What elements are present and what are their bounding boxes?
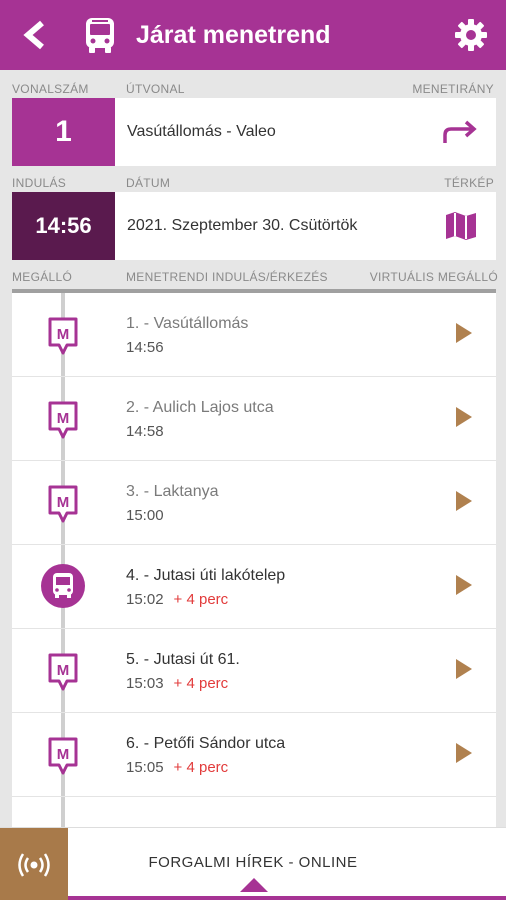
- stop-pin-icon: M: [40, 649, 86, 695]
- stop-name: 6. - Petőfi Sándor utca: [126, 735, 286, 752]
- delay-badge: + 4 perc: [173, 675, 229, 692]
- stop-time: 15:05 + 4 perc: [126, 759, 228, 776]
- departure-label: INDULÁS: [12, 176, 67, 190]
- back-arrow-icon: [23, 20, 44, 50]
- pointer-indicator: [240, 878, 268, 892]
- direction-button[interactable]: [426, 98, 496, 166]
- svg-text:M: M: [57, 326, 70, 343]
- settings-button[interactable]: [436, 0, 506, 70]
- bus-icon: [80, 15, 120, 55]
- play-arrow-icon[interactable]: [456, 743, 472, 763]
- departure-time[interactable]: 14:56: [12, 192, 115, 260]
- route-label: ÚTVONAL: [126, 82, 185, 96]
- stops-list[interactable]: M 1. - Vasútállomás 14:56 M 2. - Aulich Lajo…: [12, 289, 496, 828]
- map-button[interactable]: [426, 192, 496, 260]
- scheduled-time: 15:00: [126, 507, 164, 524]
- bottom-accent-bar: [68, 896, 506, 900]
- departure-labels: INDULÁS DÁTUM TÉRKÉP: [0, 164, 506, 192]
- back-button[interactable]: [0, 0, 70, 70]
- play-arrow-icon[interactable]: [456, 323, 472, 343]
- stop-pin-icon: M: [40, 397, 86, 443]
- route-name: Vasútállomás - Valeo: [127, 123, 276, 140]
- stop-row[interactable]: M 2. - Aulich Lajos utca 14:58: [12, 377, 496, 461]
- stop-pin-icon: M: [40, 481, 86, 527]
- stop-row[interactable]: M 6. - Petőfi Sándor utca 15:05 + 4 perc: [12, 713, 496, 797]
- page-title: Járat menetrend: [136, 20, 331, 49]
- line-number: 1: [12, 98, 115, 166]
- direction-label: MENETIRÁNY: [412, 82, 494, 96]
- svg-text:M: M: [57, 494, 70, 511]
- delay-badge: + 4 perc: [173, 759, 229, 776]
- svg-text:M: M: [57, 662, 70, 679]
- virtual-stop-label: VIRTUÁLIS MEGÁLLÓ: [369, 270, 498, 284]
- stop-pin-icon: M: [40, 733, 86, 779]
- stop-time: 14:56: [126, 339, 164, 356]
- stop-row[interactable]: 4. - Jutasi úti lakótelep 15:02 + 4 perc: [12, 545, 496, 629]
- stop-time: 15:02 + 4 perc: [126, 591, 228, 608]
- scheduled-time: 15:05: [126, 759, 164, 776]
- scheduled-time: 15:02: [126, 591, 164, 608]
- play-arrow-icon[interactable]: [456, 659, 472, 679]
- stop-row[interactable]: M 1. - Vasútállomás 14:56: [12, 293, 496, 377]
- radio-button[interactable]: [0, 828, 68, 900]
- route-labels: VONALSZÁM ÚTVONAL MENETIRÁNY: [0, 70, 506, 98]
- scheduled-time: 14:58: [126, 423, 164, 440]
- app-bar: Járat menetrend: [0, 0, 506, 70]
- stop-name: 1. - Vasútállomás: [126, 315, 249, 332]
- svg-text:M: M: [57, 410, 70, 427]
- play-arrow-icon[interactable]: [456, 491, 472, 511]
- stop-name: 5. - Jutasi út 61.: [126, 651, 240, 668]
- stop-time: 15:00: [126, 507, 164, 524]
- play-arrow-icon[interactable]: [456, 407, 472, 427]
- bus-icon: [40, 563, 86, 609]
- departure-date[interactable]: 2021. Szeptember 30. Csütörtök: [115, 217, 426, 235]
- radio-broadcast-icon: [18, 852, 50, 877]
- bottom-bar: FORGALMI HÍREK - ONLINE: [0, 827, 506, 900]
- stop-label: MEGÁLLÓ: [12, 270, 73, 284]
- stop-pin-icon: M: [40, 313, 86, 359]
- stops-labels: MEGÁLLÓ MENETRENDI INDULÁS/ÉRKEZÉS VIRTU…: [0, 258, 506, 286]
- map-label: TÉRKÉP: [444, 176, 494, 190]
- route-card: 1 Vasútállomás - Valeo: [12, 98, 496, 166]
- delay-badge: + 4 perc: [173, 591, 229, 608]
- turn-right-arrow-icon: [443, 120, 477, 143]
- stop-time: 15:03 + 4 perc: [126, 675, 228, 692]
- stop-row[interactable]: M 5. - Jutasi út 61. 15:03 + 4 perc: [12, 629, 496, 713]
- play-arrow-icon[interactable]: [456, 575, 472, 595]
- scheduled-time: 14:56: [126, 339, 164, 356]
- stop-row[interactable]: M 3. - Laktanya 15:00: [12, 461, 496, 545]
- schedule-label: MENETRENDI INDULÁS/ÉRKEZÉS: [126, 270, 328, 284]
- gear-icon: [455, 19, 487, 51]
- stop-name: 2. - Aulich Lajos utca: [126, 399, 274, 416]
- line-label: VONALSZÁM: [12, 82, 89, 96]
- scheduled-time: 15:03: [126, 675, 164, 692]
- date-label: DÁTUM: [126, 176, 171, 190]
- map-icon: [446, 212, 476, 240]
- stop-name: 4. - Jutasi úti lakótelep: [126, 567, 286, 584]
- svg-text:M: M: [57, 746, 70, 763]
- stop-time: 14:58: [126, 423, 164, 440]
- departure-card: 14:56 2021. Szeptember 30. Csütörtök: [12, 192, 496, 260]
- stop-name: 3. - Laktanya: [126, 483, 219, 500]
